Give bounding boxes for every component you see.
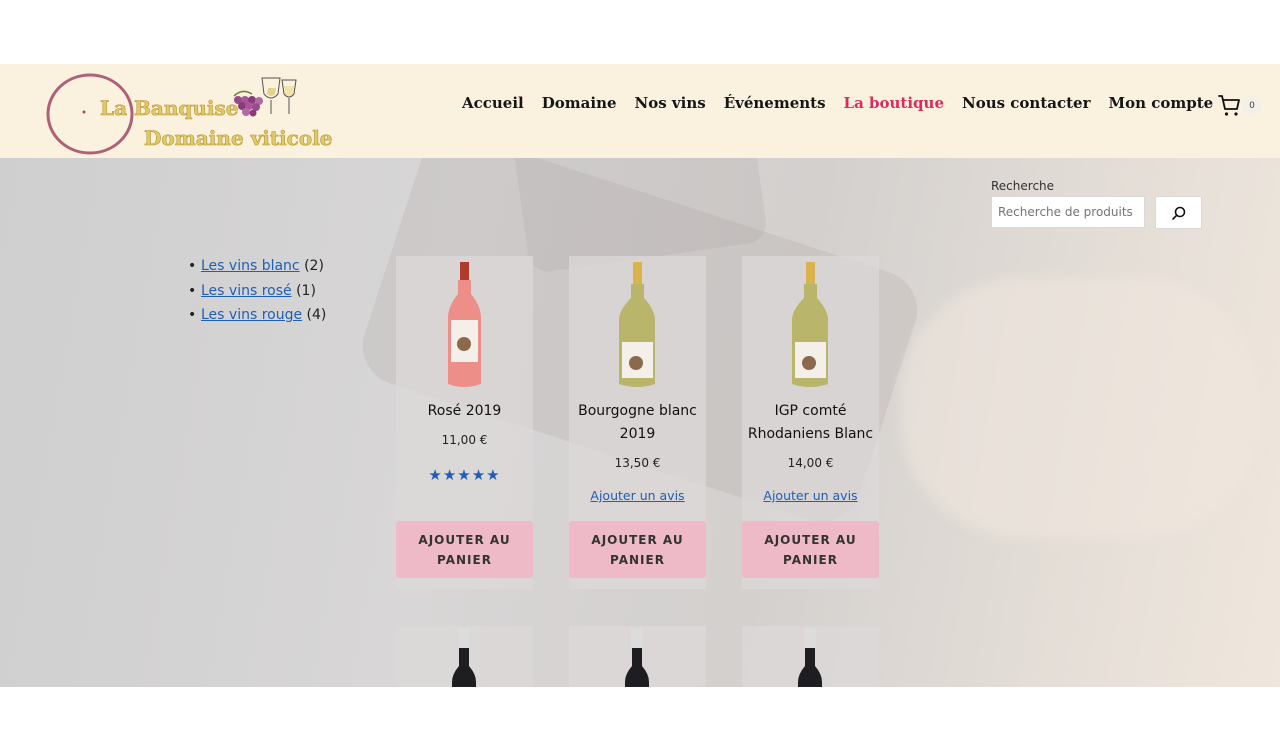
- logo-subtitle: Domaine viticole: [144, 126, 333, 151]
- add-review-link[interactable]: Ajouter un avis: [569, 488, 706, 503]
- add-to-cart-button[interactable]: AJOUTER AU PANIER: [396, 521, 533, 578]
- product-title[interactable]: IGP comté Rhodaniens Blanc: [742, 400, 879, 446]
- product-image[interactable]: [742, 260, 879, 390]
- cart-button[interactable]: 0: [1218, 92, 1262, 122]
- white-wine-bottle-image: [792, 262, 828, 387]
- category-link-vins-rose[interactable]: Les vins rosé: [201, 283, 292, 299]
- category-count: (1): [296, 282, 316, 299]
- category-list: • Les vins blanc (2) • Les vins rosé (1) •…: [188, 258, 326, 332]
- site-logo[interactable]: La Banquise Domaine viticole: [44, 72, 333, 156]
- product-image[interactable]: [396, 260, 533, 390]
- nav-nous-contacter[interactable]: Nous contacter: [962, 94, 1091, 118]
- nav-domaine[interactable]: Domaine: [542, 94, 617, 118]
- product-search-input[interactable]: [991, 196, 1145, 228]
- product-price: 14,00 €: [787, 456, 834, 470]
- red-wine-bottle-image[interactable]: [396, 626, 533, 687]
- rating-stars: ★★★★★: [428, 466, 501, 484]
- product-card: Rosé 2019 11,00 € ★★★★★ AJOUTER AU PANIE…: [396, 256, 533, 589]
- nav-la-boutique[interactable]: La boutique: [844, 94, 944, 118]
- rose-wine-bottle-image: [448, 262, 481, 387]
- search-button[interactable]: [1155, 196, 1202, 229]
- category-link-vins-rouge[interactable]: Les vins rouge: [201, 307, 302, 323]
- category-count: (4): [306, 307, 327, 323]
- nav-evenements[interactable]: Événements: [724, 94, 826, 118]
- nav-nos-vins[interactable]: Nos vins: [635, 94, 706, 118]
- main-navigation: Accueil Domaine Nos vins Événements La b…: [462, 94, 1231, 118]
- product-title[interactable]: Rosé 2019: [396, 400, 533, 423]
- product-image[interactable]: [569, 260, 706, 390]
- search-icon: [1172, 206, 1186, 220]
- product-card: [742, 626, 879, 687]
- nav-mon-compte[interactable]: Mon compte: [1108, 94, 1213, 118]
- category-item: • Les vins blanc (2): [188, 258, 324, 274]
- nav-accueil[interactable]: Accueil: [462, 94, 524, 118]
- site-header: La Banquise Domaine viticole Accueil Dom…: [0, 64, 1280, 158]
- category-item: • Les vins rosé (1): [188, 282, 316, 299]
- category-link-vins-blanc[interactable]: Les vins blanc: [201, 258, 300, 274]
- red-wine-bottle-image[interactable]: [569, 626, 706, 687]
- red-wine-bottle-image[interactable]: [742, 626, 879, 687]
- white-wine-bottle-image: [619, 262, 655, 387]
- product-card: IGP comté Rhodaniens Blanc 14,00 € Ajout…: [742, 256, 879, 589]
- add-to-cart-button[interactable]: AJOUTER AU PANIER: [569, 521, 706, 578]
- product-title[interactable]: Bourgogne blanc 2019: [569, 400, 706, 446]
- category-item: • Les vins rouge (4): [188, 307, 327, 323]
- search-label: Recherche: [991, 179, 1055, 193]
- shopping-cart-icon: [1218, 95, 1240, 116]
- category-count: (2): [304, 258, 324, 274]
- cart-count-badge: 0: [1242, 96, 1262, 116]
- logo-title: La Banquise: [100, 96, 239, 121]
- product-card: Bourgogne blanc 2019 13,50 € Ajouter un …: [569, 256, 706, 589]
- add-to-cart-button[interactable]: AJOUTER AU PANIER: [742, 521, 879, 578]
- product-card: [396, 626, 533, 687]
- add-review-link[interactable]: Ajouter un avis: [742, 488, 879, 503]
- product-price: 13,50 €: [614, 456, 661, 470]
- background-blur-shape: [900, 278, 1260, 538]
- product-card: [569, 626, 706, 687]
- product-price: 11,00 €: [441, 433, 488, 447]
